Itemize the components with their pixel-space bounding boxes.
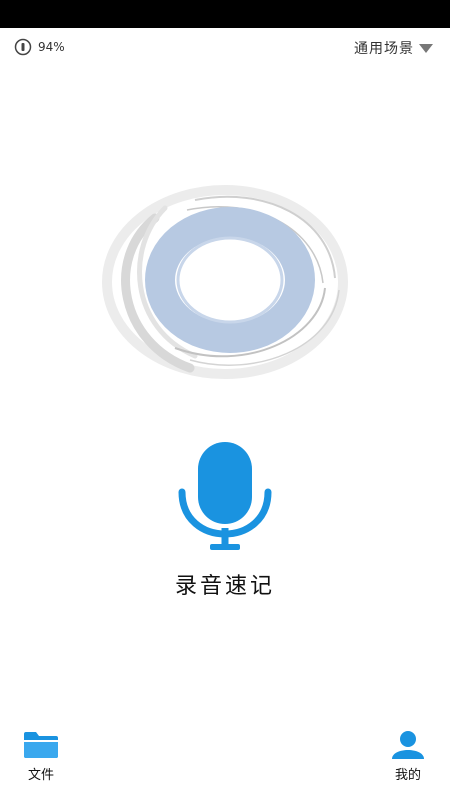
nav-mine[interactable]: 我的 (378, 730, 438, 783)
nav-mine-label: 我的 (394, 768, 421, 783)
triangle-down-icon (418, 42, 434, 54)
record-title: 录音速记 (174, 574, 275, 599)
storage-indicator: 94% (14, 38, 65, 56)
top-bar: 94% 通用场景 (0, 28, 450, 66)
microphone-icon (170, 442, 280, 560)
voice-visualizer (95, 178, 355, 388)
storage-icon (14, 38, 32, 56)
record-button[interactable] (170, 436, 280, 556)
scene-selector[interactable]: 通用场景 (354, 38, 434, 58)
system-status-bar (0, 0, 450, 28)
storage-percent: 94% (38, 40, 65, 54)
person-icon (378, 730, 438, 760)
nav-files-label: 文件 (27, 768, 54, 783)
folder-icon (11, 730, 71, 760)
nav-files[interactable]: 文件 (11, 730, 71, 783)
scene-label: 通用场景 (354, 41, 414, 57)
